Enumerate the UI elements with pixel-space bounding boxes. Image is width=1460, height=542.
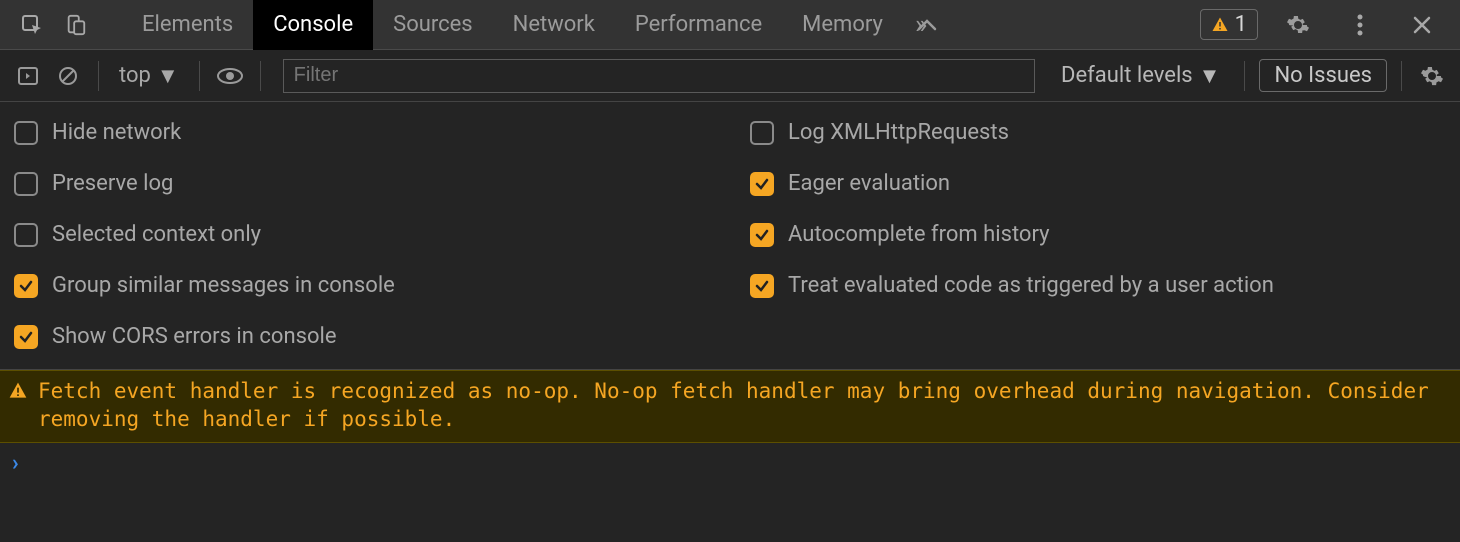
prompt-caret-icon: › <box>12 451 19 476</box>
context-selector[interactable]: top ▼ <box>113 63 185 89</box>
more-tabs-icon[interactable]: » <box>903 0 939 50</box>
issues-button[interactable]: No Issues <box>1259 59 1387 92</box>
tab-sources[interactable]: Sources <box>373 0 493 50</box>
group-similar-row[interactable]: Group similar messages in console <box>14 273 710 298</box>
tab-performance-label: Performance <box>635 12 762 37</box>
context-label: top <box>119 63 151 88</box>
issues-label: No Issues <box>1274 63 1372 88</box>
divider <box>199 61 200 91</box>
hide-network-row[interactable]: Hide network <box>14 120 710 145</box>
log-levels-selector[interactable]: Default levels ▼ <box>1051 63 1230 89</box>
eager-eval-row[interactable]: Eager evaluation <box>750 171 1446 196</box>
autocomplete-hist-row[interactable]: Autocomplete from history <box>750 222 1446 247</box>
warning-count: 1 <box>1235 12 1247 37</box>
warning-message: Fetch event handler is recognized as no-… <box>38 377 1452 434</box>
tab-sources-label: Sources <box>393 12 473 37</box>
log-xhr-checkbox[interactable] <box>750 121 774 145</box>
warning-icon <box>1211 16 1229 34</box>
tab-elements[interactable]: Elements <box>122 0 253 50</box>
group-similar-label: Group similar messages in console <box>52 273 395 298</box>
console-prompt[interactable]: › <box>0 443 1460 484</box>
log-xhr-label: Log XMLHttpRequests <box>788 120 1009 145</box>
clear-console-icon[interactable] <box>52 60 84 92</box>
live-expression-icon[interactable] <box>214 60 246 92</box>
tab-network-label: Network <box>513 12 595 37</box>
tab-network[interactable]: Network <box>493 0 615 50</box>
devtools-tabbar: Elements Console Sources Network Perform… <box>0 0 1460 50</box>
tab-performance[interactable]: Performance <box>615 0 782 50</box>
treat-user-action-checkbox[interactable] <box>750 274 774 298</box>
log-levels-label: Default levels <box>1061 63 1193 88</box>
device-toolbar-icon[interactable] <box>54 0 98 50</box>
group-similar-checkbox[interactable] <box>14 274 38 298</box>
autocomplete-hist-checkbox[interactable] <box>750 223 774 247</box>
chevron-down-icon: ▼ <box>1199 63 1221 89</box>
console-warning-entry[interactable]: Fetch event handler is recognized as no-… <box>0 370 1460 443</box>
divider <box>98 61 99 91</box>
show-cors-row[interactable]: Show CORS errors in console <box>14 324 710 349</box>
preserve-log-label: Preserve log <box>52 171 173 196</box>
hide-network-label: Hide network <box>52 120 181 145</box>
console-settings-gear-icon[interactable] <box>1416 60 1448 92</box>
settings-gear-icon[interactable] <box>1276 0 1320 50</box>
tab-console-label: Console <box>273 12 353 37</box>
kebab-menu-icon[interactable] <box>1338 0 1382 50</box>
close-devtools-icon[interactable] <box>1400 0 1444 50</box>
preserve-log-row[interactable]: Preserve log <box>14 171 710 196</box>
inspect-element-icon[interactable] <box>10 0 54 50</box>
filter-input[interactable] <box>283 59 1035 93</box>
show-cors-label: Show CORS errors in console <box>52 324 337 349</box>
warning-icon <box>8 381 28 401</box>
hide-network-checkbox[interactable] <box>14 121 38 145</box>
tab-console[interactable]: Console <box>253 0 373 50</box>
tab-memory-label: Memory <box>802 12 883 37</box>
divider <box>1401 61 1402 91</box>
show-cors-checkbox[interactable] <box>14 325 38 349</box>
treat-user-action-row[interactable]: Treat evaluated code as triggered by a u… <box>750 273 1446 298</box>
console-toolbar: top ▼ Default levels ▼ No Issues <box>0 50 1460 102</box>
tab-elements-label: Elements <box>142 12 233 37</box>
console-settings-panel: Hide network Log XMLHttpRequests Preserv… <box>0 102 1460 370</box>
preserve-log-checkbox[interactable] <box>14 172 38 196</box>
selected-ctx-label: Selected context only <box>52 222 261 247</box>
eager-eval-checkbox[interactable] <box>750 172 774 196</box>
log-xhr-row[interactable]: Log XMLHttpRequests <box>750 120 1446 145</box>
selected-ctx-row[interactable]: Selected context only <box>14 222 710 247</box>
treat-user-action-label: Treat evaluated code as triggered by a u… <box>788 273 1274 298</box>
divider <box>260 61 261 91</box>
warning-count-badge[interactable]: 1 <box>1200 9 1258 40</box>
selected-ctx-checkbox[interactable] <box>14 223 38 247</box>
chevron-down-icon: ▼ <box>157 63 179 89</box>
toggle-sidebar-icon[interactable] <box>12 60 44 92</box>
eager-eval-label: Eager evaluation <box>788 171 950 196</box>
autocomplete-hist-label: Autocomplete from history <box>788 222 1050 247</box>
tab-memory[interactable]: Memory <box>782 0 903 50</box>
divider <box>1244 61 1245 91</box>
